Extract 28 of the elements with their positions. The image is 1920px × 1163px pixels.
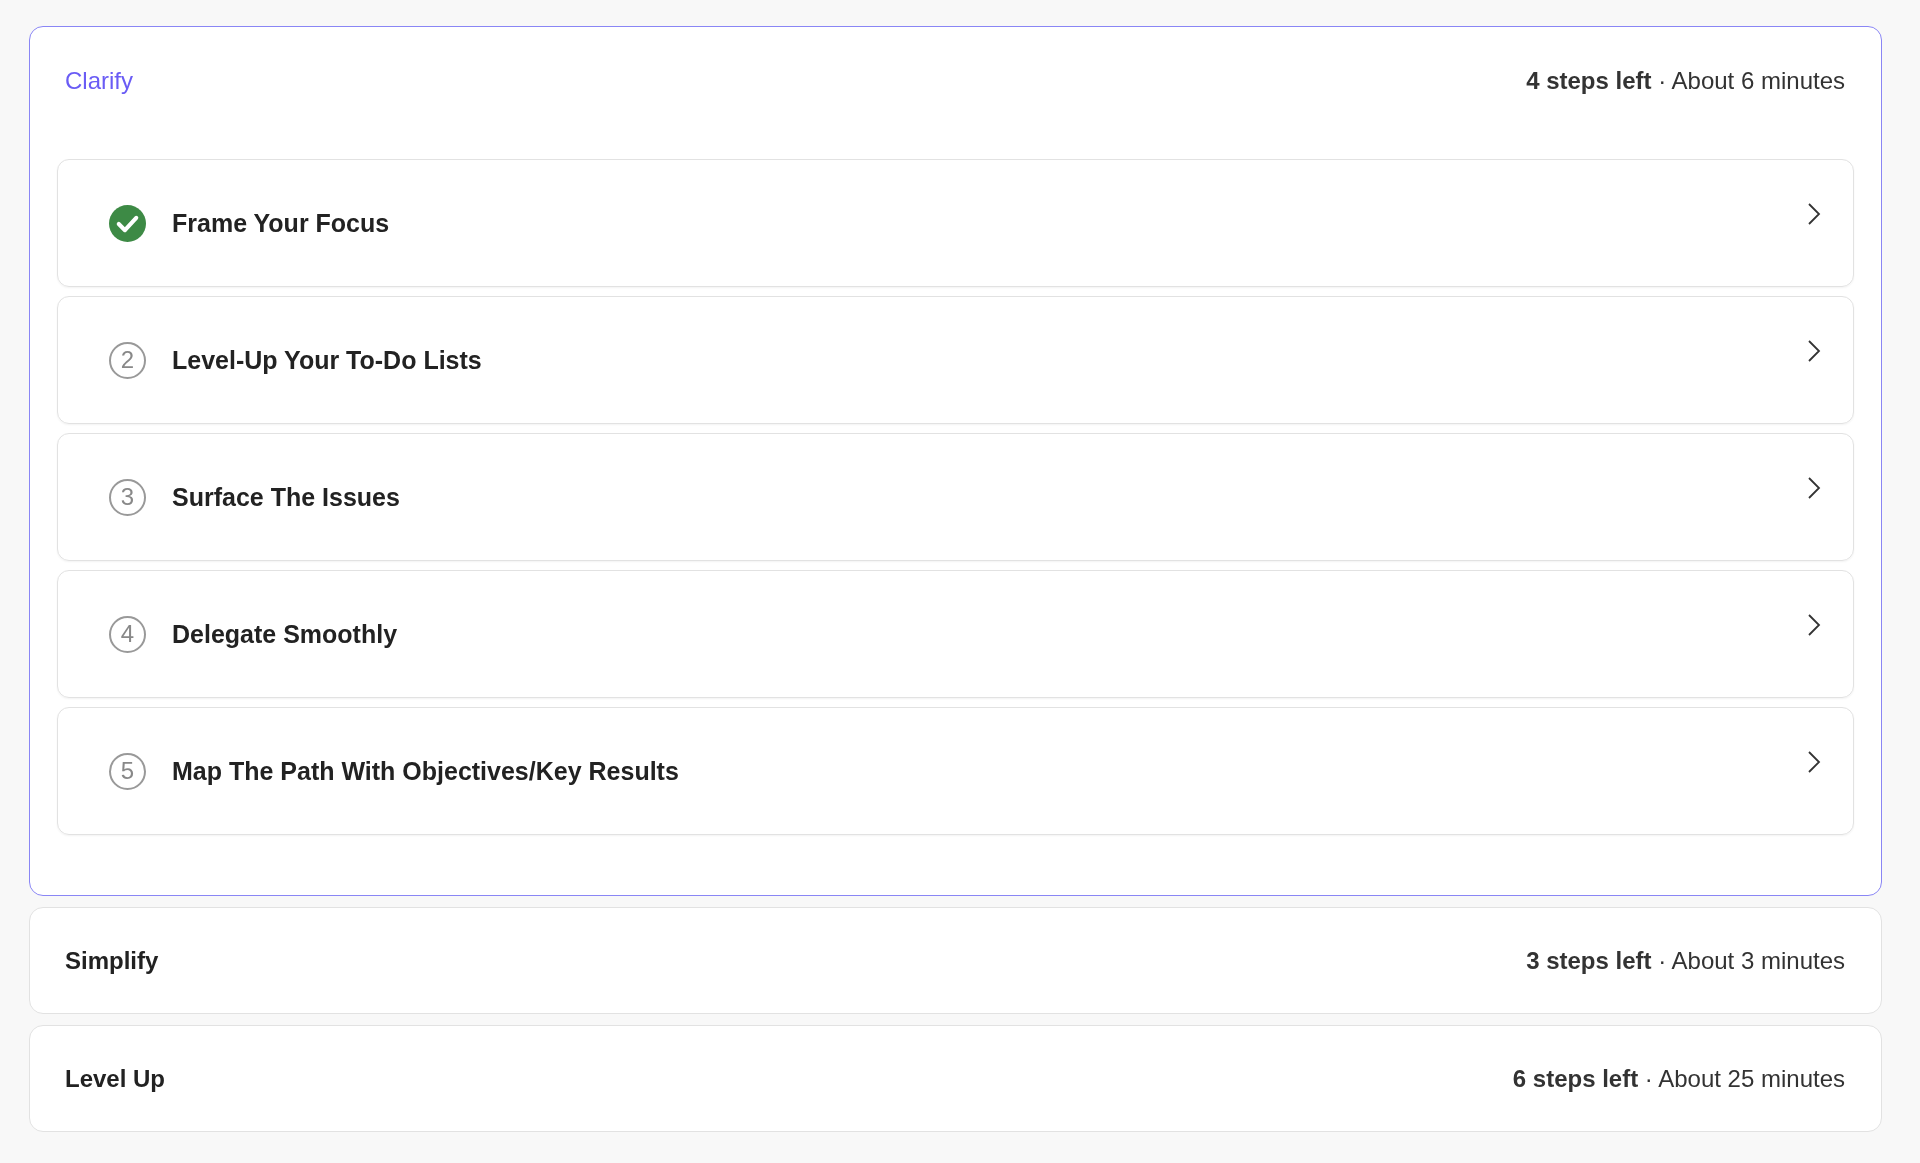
- section-card[interactable]: Level Up 6 steps left · About 25 minutes: [29, 1025, 1882, 1132]
- step-title: Level-Up Your To-Do Lists: [172, 345, 483, 375]
- step-item[interactable]: Frame Your Focus: [57, 159, 1854, 287]
- chevron-right-icon: [1807, 613, 1821, 637]
- step-number: 4: [109, 615, 146, 653]
- chevron-right-icon: [1807, 750, 1821, 774]
- step-item[interactable]: 3 Surface The Issues: [57, 433, 1854, 561]
- step-title: Map The Path With Objectives/Key Results: [172, 756, 680, 786]
- section-progress: 4 steps left · About 6 minutes: [1526, 67, 1845, 95]
- section-title: Simplify: [65, 946, 159, 975]
- chevron-right-icon: [1807, 202, 1821, 226]
- chevron-right-icon: [1807, 476, 1821, 500]
- step-title: Frame Your Focus: [172, 208, 391, 238]
- section-progress: 6 steps left · About 25 minutes: [1512, 1064, 1845, 1093]
- step-number: 3: [109, 478, 146, 516]
- step-number: 5: [109, 752, 146, 790]
- section-title: Level Up: [65, 1064, 166, 1093]
- section-title: Clarify: [65, 67, 133, 95]
- section-card[interactable]: Simplify 3 steps left · About 3 minutes: [29, 907, 1882, 1014]
- step-number: 2: [109, 341, 146, 379]
- step-item[interactable]: 4 Delegate Smoothly: [57, 570, 1854, 698]
- section-card[interactable]: Clarify 4 steps left · About 6 minutes Frame Your Focus 2 Level-Up Your To-Do Lists 3 Surface The Issues 4 Delegate Smoothly 5 Map The Path With Objectives/Key Results: [29, 26, 1882, 896]
- step-title: Delegate Smoothly: [172, 619, 399, 649]
- chevron-right-icon: [1807, 339, 1821, 363]
- step-item[interactable]: 5 Map The Path With Objectives/Key Results: [57, 707, 1854, 835]
- step-item[interactable]: 2 Level-Up Your To-Do Lists: [57, 296, 1854, 424]
- step-title: Surface The Issues: [172, 482, 401, 512]
- section-progress: 3 steps left · About 3 minutes: [1526, 946, 1845, 975]
